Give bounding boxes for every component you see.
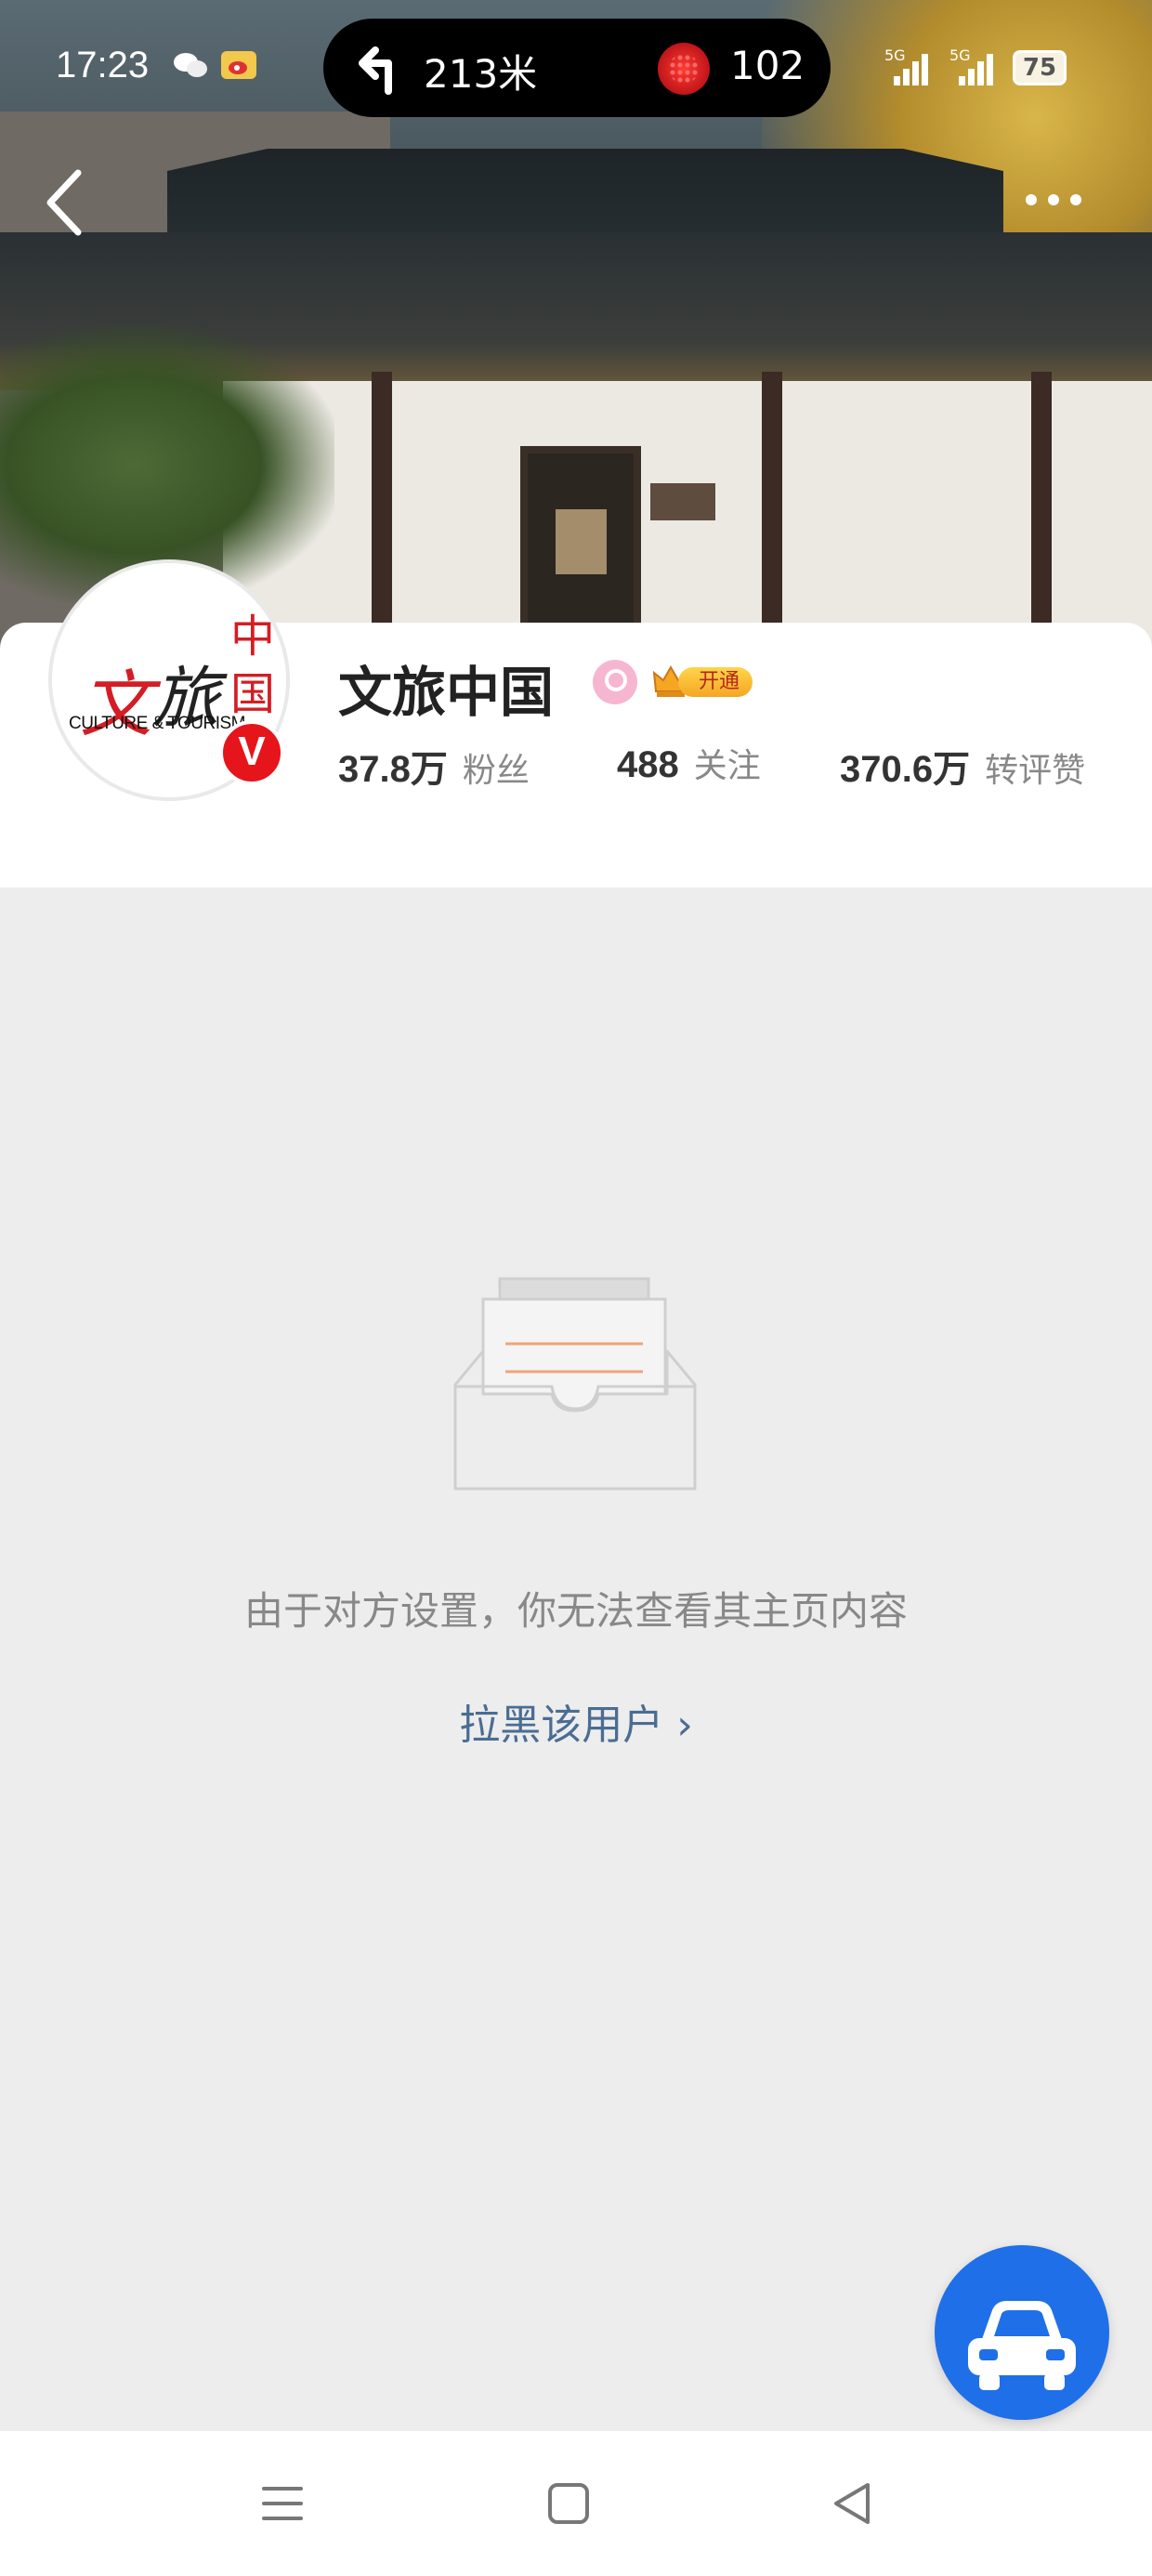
empty-inbox-icon	[453, 1277, 697, 1491]
gender-female-icon	[593, 660, 637, 704]
signal-bars-icon	[894, 54, 935, 85]
home-square-icon[interactable]	[543, 2477, 595, 2530]
dynamic-island[interactable]: 213米 102	[323, 19, 831, 117]
menu-icon[interactable]	[256, 2477, 308, 2530]
profile-name: 文旅中国	[338, 661, 555, 724]
following-stat[interactable]: 488 关注	[617, 739, 761, 795]
empty-message: 由于对方设置，你无法查看其主页内容	[243, 1588, 908, 1634]
likes-stat[interactable]: 370.6万 转评赞	[840, 739, 1085, 795]
verified-badge: V	[219, 720, 284, 785]
followers-stat[interactable]: 37.8万 粉丝	[338, 739, 530, 795]
notification-count: 102	[730, 43, 805, 88]
car-fab-button[interactable]	[935, 2245, 1109, 2420]
back-triangle-icon[interactable]	[827, 2477, 879, 2530]
weibo-icon	[221, 51, 256, 79]
back-button[interactable]	[37, 165, 93, 240]
status-time: 17:23	[56, 45, 150, 85]
turn-left-icon	[359, 46, 392, 95]
signal-bars-icon	[959, 54, 1000, 85]
car-icon	[968, 2301, 1076, 2390]
more-button[interactable]	[1022, 181, 1087, 218]
wechat-icon	[173, 51, 208, 79]
block-user-link[interactable]: 拉黑该用户 ›	[0, 1691, 1152, 1751]
system-nav-bar	[0, 2431, 1152, 2576]
battery-indicator: 75	[1013, 50, 1067, 85]
vip-badge[interactable]: 开通	[652, 662, 754, 703]
nav-distance: 213米	[424, 51, 538, 97]
status-bar: 17:23 213米 102 5G 5G 75	[0, 0, 1152, 139]
vip-label: 开通	[678, 667, 753, 697]
record-icon	[658, 43, 710, 95]
